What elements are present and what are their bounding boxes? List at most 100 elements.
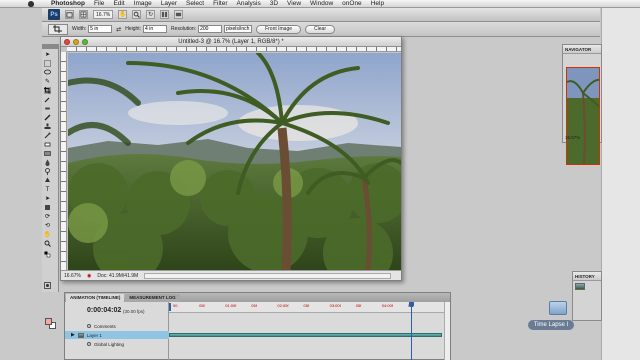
horizontal-scrollbar[interactable]	[144, 272, 391, 279]
track-comments[interactable]	[169, 322, 444, 330]
timeline-ruler-mark: 05f	[303, 303, 310, 308]
track-global-lighting[interactable]	[169, 340, 444, 348]
move-tool-icon[interactable]: ➤	[44, 51, 51, 58]
tab-measurement-log[interactable]: MEASUREMENT LOG	[125, 293, 180, 302]
path-selection-tool-icon[interactable]: ➤	[44, 195, 51, 202]
resolution-unit-select[interactable]	[224, 25, 253, 33]
history-snapshot-thumbnail	[575, 282, 585, 290]
document-zoom-readout[interactable]: 16.67%	[64, 273, 81, 279]
menu-view[interactable]: View	[287, 0, 301, 7]
track-layer-1[interactable]	[169, 331, 444, 339]
front-image-button[interactable]: Front Image	[256, 24, 302, 34]
vertical-ruler[interactable]	[61, 52, 67, 270]
type-tool-icon[interactable]: T	[44, 186, 51, 193]
current-time-indicator-knob[interactable]	[409, 302, 414, 307]
menu-select[interactable]: Select	[186, 0, 204, 7]
work-area-start-marker[interactable]	[169, 303, 171, 311]
navigator-zoom-readout[interactable]: 16.67%	[565, 135, 580, 140]
marquee-tool-icon[interactable]	[44, 60, 51, 67]
foreground-color-swatch[interactable]	[45, 318, 52, 325]
dodge-tool-icon[interactable]	[44, 168, 51, 175]
tab-animation-timeline[interactable]: ANIMATION (TIMELINE)	[66, 293, 125, 302]
crop-tool-icon[interactable]	[44, 87, 51, 94]
gradient-tool-icon[interactable]	[44, 150, 51, 157]
timeline-tracks[interactable]: 0005f01:00f05f02:00f05f03:00f05f04:00f05…	[169, 302, 444, 360]
apple-icon[interactable]	[28, 0, 34, 7]
current-time-readout[interactable]: 0:00:04:02	[87, 307, 121, 314]
hand-icon[interactable]: ✋	[118, 10, 128, 19]
layer-duration-bar[interactable]	[169, 333, 442, 337]
window-controls	[64, 39, 88, 45]
clear-button[interactable]: Clear	[305, 24, 335, 34]
desktop-folder[interactable]	[543, 299, 573, 319]
document-title-bar[interactable]: Untitled-3 @ 16.7% (Layer 1, RGB/8*) *	[61, 37, 401, 47]
clone-stamp-tool-icon[interactable]	[44, 123, 51, 130]
stopwatch-icon[interactable]	[87, 342, 91, 346]
current-time-indicator[interactable]	[409, 302, 414, 360]
horizontal-ruler[interactable]	[67, 47, 401, 52]
quick-mask-icon[interactable]	[44, 282, 51, 289]
menu-3d[interactable]: 3D	[270, 0, 278, 7]
brush-tool-icon[interactable]	[44, 114, 51, 121]
timeline-vertical-scrollbar[interactable]	[444, 302, 450, 360]
timeline-row-global-lighting[interactable]: Global Lighting	[65, 340, 169, 348]
folder-icon	[549, 301, 567, 315]
3d-rotate-tool-icon[interactable]: ⟳	[44, 213, 51, 220]
height-field[interactable]	[143, 25, 168, 33]
expand-triangle-icon[interactable]: ▶	[71, 332, 75, 338]
blur-tool-icon[interactable]	[44, 159, 51, 166]
lasso-tool-icon[interactable]	[44, 69, 51, 76]
zoom-window-button[interactable]	[82, 39, 88, 45]
desktop-folder-label[interactable]: Time Lapse I	[528, 320, 574, 330]
width-label: Width:	[72, 26, 87, 32]
history-snapshot[interactable]	[573, 281, 601, 291]
launch-bridge-icon[interactable]	[65, 10, 74, 19]
menu-layer[interactable]: Layer	[161, 0, 177, 7]
menu-help[interactable]: Help	[371, 0, 384, 7]
close-window-button[interactable]	[64, 39, 70, 45]
stopwatch-icon[interactable]	[87, 324, 91, 328]
menu-onone[interactable]: onOne	[342, 0, 362, 7]
3d-camera-tool-icon[interactable]: ⟲	[44, 222, 51, 229]
history-tab[interactable]: HISTORY	[573, 272, 601, 281]
application-bar: Ps 16.7% ✋ ↻	[42, 8, 600, 22]
pen-tool-icon[interactable]	[44, 177, 51, 184]
healing-brush-tool-icon[interactable]	[44, 105, 51, 112]
width-field[interactable]	[88, 25, 113, 33]
eraser-tool-icon[interactable]	[44, 141, 51, 148]
status-menu-icon[interactable]: ◉	[87, 273, 91, 279]
arrange-documents-icon[interactable]	[160, 10, 170, 19]
menu-app-name[interactable]: Photoshop	[51, 0, 85, 7]
document-canvas[interactable]	[68, 53, 401, 271]
crop-tool-preset-picker[interactable]	[48, 23, 68, 35]
zoom-tool-icon[interactable]	[44, 240, 51, 247]
navigator-tab[interactable]: NAVIGATOR	[563, 45, 601, 54]
history-brush-tool-icon[interactable]	[44, 132, 51, 139]
row-label: Global Lighting	[94, 341, 125, 347]
zoom-icon[interactable]	[132, 10, 142, 19]
timeline-row-comments[interactable]: Comments	[65, 322, 169, 330]
timeline-row-layer-1[interactable]: ▶ Layer 1	[65, 331, 169, 339]
minimize-window-button[interactable]	[73, 39, 79, 45]
menu-filter[interactable]: Filter	[213, 0, 227, 7]
shape-tool-icon[interactable]	[44, 204, 51, 211]
screen-mode-icon[interactable]	[174, 10, 184, 19]
menu-edit[interactable]: Edit	[113, 0, 124, 7]
menu-image[interactable]: Image	[134, 0, 152, 7]
eyedropper-tool-icon[interactable]	[44, 96, 51, 103]
hand-tool-icon[interactable]: ✋	[44, 231, 51, 238]
view-extras-icon[interactable]	[79, 10, 88, 19]
resolution-field[interactable]	[198, 25, 223, 33]
quick-selection-tool-icon[interactable]: ✎	[44, 78, 51, 85]
rotate-view-icon[interactable]: ↻	[146, 10, 156, 19]
timeline-ruler[interactable]: 0005f01:00f05f02:00f05f03:00f05f04:00f05…	[169, 302, 444, 313]
menu-file[interactable]: File	[94, 0, 104, 7]
tools-panel-grip[interactable]	[42, 44, 58, 49]
swap-dimensions-icon[interactable]: ⇄	[116, 26, 121, 33]
zoom-level-select[interactable]: 16.7%	[93, 10, 114, 19]
default-colors-icon[interactable]	[44, 251, 51, 258]
menu-window[interactable]: Window	[310, 0, 333, 7]
navigator-view-box[interactable]	[566, 67, 600, 165]
crop-icon	[53, 25, 62, 33]
menu-analysis[interactable]: Analysis	[237, 0, 261, 7]
